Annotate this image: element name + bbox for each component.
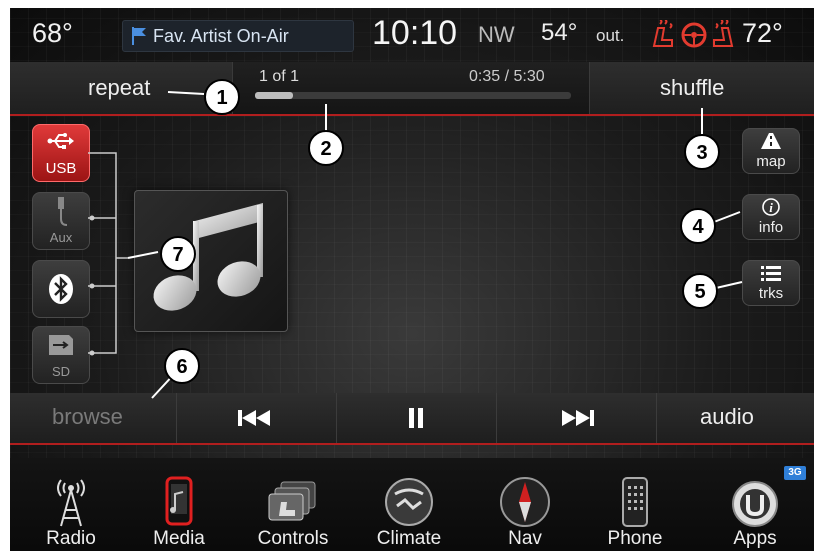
repeat-button[interactable]: repeat bbox=[10, 62, 230, 114]
info-icon: i bbox=[762, 198, 780, 216]
controls-icon bbox=[268, 481, 316, 521]
road-icon bbox=[761, 133, 781, 149]
map-button[interactable]: map bbox=[742, 128, 800, 174]
browse-label: browse bbox=[52, 404, 123, 429]
status-bar: 68° Fav. Artist On-Air 10:10 NW 54° out.… bbox=[10, 8, 814, 60]
passenger-temperature[interactable]: 72° bbox=[742, 18, 783, 49]
sd-card-icon bbox=[49, 335, 73, 355]
dock-media-button[interactable]: Media bbox=[124, 458, 234, 551]
compass-icon bbox=[500, 477, 550, 527]
flag-icon bbox=[132, 27, 146, 45]
progress-fill bbox=[255, 92, 293, 99]
dock-label: Climate bbox=[376, 528, 442, 549]
track-time: 0:35 / 5:30 bbox=[469, 68, 545, 85]
heated-seat-icon[interactable] bbox=[710, 20, 736, 48]
music-note-icon bbox=[153, 203, 263, 311]
next-track-icon bbox=[562, 410, 594, 426]
next-track-button[interactable] bbox=[496, 393, 657, 443]
driver-temperature[interactable]: 68° bbox=[32, 18, 73, 49]
source-sd-button[interactable]: SD bbox=[32, 326, 90, 384]
dock-climate-button[interactable]: Climate bbox=[354, 458, 464, 551]
dock-label: Nav bbox=[508, 528, 542, 549]
album-art bbox=[134, 190, 288, 332]
map-label: map bbox=[756, 153, 786, 170]
now-playing-bar: repeat 1 of 1 0:35 / 5:30 shuffle bbox=[10, 62, 814, 116]
bluetooth-icon bbox=[49, 274, 73, 304]
source-label: SD bbox=[51, 364, 71, 379]
source-usb-button[interactable]: USB bbox=[32, 124, 90, 182]
source-label: USB bbox=[45, 160, 77, 177]
svg-text:i: i bbox=[769, 200, 773, 215]
dock-nav-button[interactable]: Nav bbox=[470, 458, 580, 551]
tracks-label: trks bbox=[758, 285, 784, 302]
source-bluetooth-button[interactable] bbox=[32, 260, 90, 318]
fav-artist-button[interactable]: Fav. Artist On-Air bbox=[122, 20, 354, 52]
outside-label: out. bbox=[596, 26, 625, 45]
audio-label: audio bbox=[700, 404, 754, 429]
shuffle-button[interactable]: shuffle bbox=[590, 62, 814, 114]
climate-icon bbox=[385, 478, 433, 526]
radio-tower-icon bbox=[57, 479, 85, 527]
pause-icon bbox=[409, 408, 423, 428]
phone-icon bbox=[622, 477, 648, 527]
dock-apps-button[interactable]: 3G Apps bbox=[700, 458, 810, 551]
audio-button[interactable]: audio bbox=[656, 393, 814, 443]
source-aux-button[interactable]: Aux bbox=[32, 192, 90, 250]
dock-label: Media bbox=[153, 528, 205, 549]
transport-bar: browse audio bbox=[10, 393, 814, 445]
info-label: info bbox=[758, 219, 784, 236]
dock-label: Apps bbox=[733, 528, 777, 549]
info-button[interactable]: i info bbox=[742, 194, 800, 240]
browse-button[interactable]: browse bbox=[10, 393, 177, 443]
media-screen: 68° Fav. Artist On-Air 10:10 NW 54° out.… bbox=[10, 8, 814, 551]
app-dock: Radio Media Controls Climate Nav Phone 3… bbox=[10, 458, 814, 551]
compass-direction: NW bbox=[478, 22, 515, 47]
repeat-label: repeat bbox=[88, 75, 151, 100]
previous-track-icon bbox=[238, 410, 270, 426]
dock-label: Phone bbox=[607, 528, 663, 549]
clock: 10:10 bbox=[372, 14, 458, 52]
track-info-panel: 1 of 1 0:35 / 5:30 bbox=[232, 62, 590, 114]
apps-icon bbox=[732, 481, 778, 527]
dock-controls-button[interactable]: Controls bbox=[238, 458, 348, 551]
usb-icon bbox=[47, 133, 74, 149]
progress-bar[interactable] bbox=[255, 92, 571, 99]
heated-steering-wheel-icon[interactable] bbox=[680, 20, 708, 48]
fav-artist-label: Fav. Artist On-Air bbox=[153, 26, 289, 46]
dock-radio-button[interactable]: Radio bbox=[16, 458, 126, 551]
list-icon bbox=[761, 266, 781, 281]
3g-badge: 3G bbox=[784, 466, 806, 480]
dock-label: Controls bbox=[257, 528, 329, 549]
aux-icon bbox=[58, 197, 68, 226]
dock-label: Radio bbox=[46, 528, 96, 549]
pause-button[interactable] bbox=[336, 393, 497, 443]
dock-phone-button[interactable]: Phone bbox=[580, 458, 690, 551]
track-count: 1 of 1 bbox=[259, 68, 300, 85]
source-label: Aux bbox=[49, 230, 73, 245]
source-bracket bbox=[88, 152, 128, 356]
heated-seat-icon[interactable] bbox=[650, 20, 676, 48]
shuffle-label: shuffle bbox=[660, 75, 725, 100]
media-icon bbox=[165, 476, 193, 526]
tracks-button[interactable]: trks bbox=[742, 260, 800, 306]
previous-track-button[interactable] bbox=[176, 393, 337, 443]
outside-temperature: 54° bbox=[541, 19, 578, 46]
